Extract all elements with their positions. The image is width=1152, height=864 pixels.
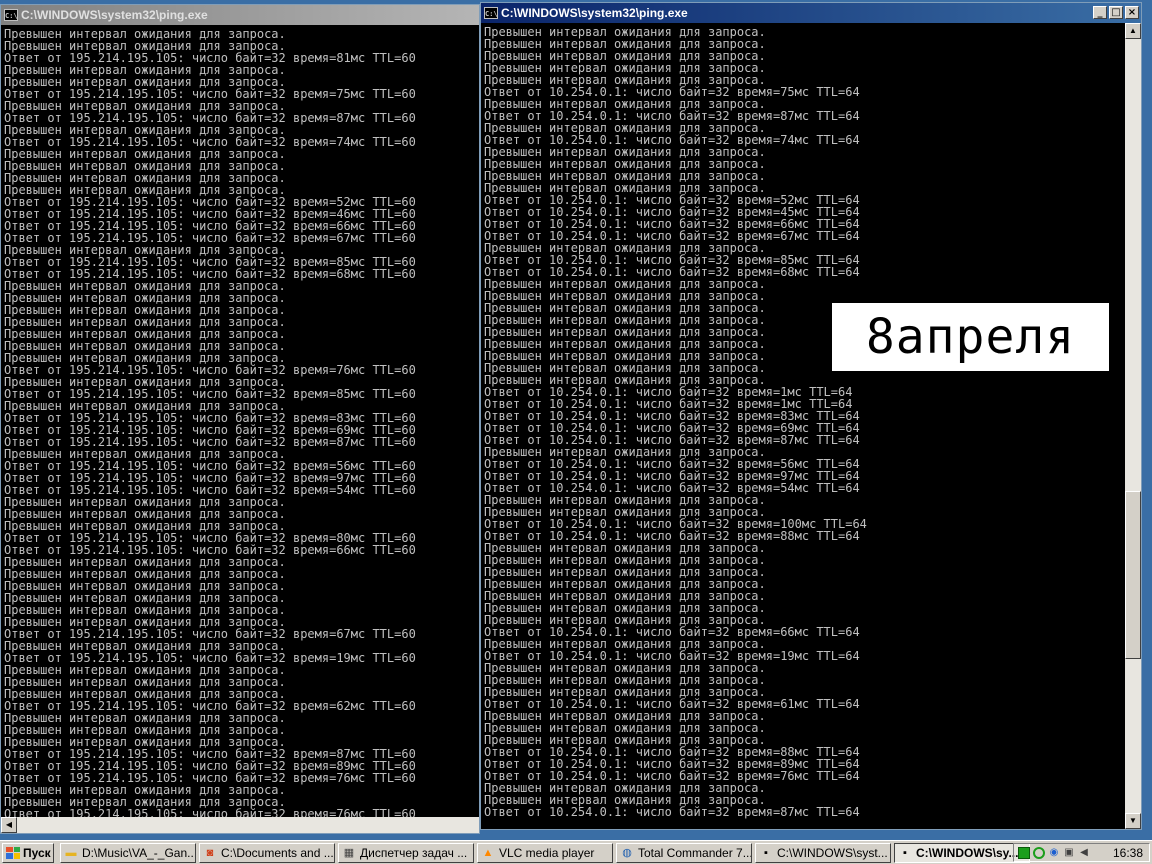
total-commander-icon: ◍ — [622, 846, 632, 859]
antivirus-icon[interactable] — [1033, 846, 1045, 859]
media-icon: ◙ — [206, 846, 214, 859]
taskbar-button-label: C:\WINDOWS\syst... — [777, 845, 888, 860]
scroll-down-arrow-icon[interactable]: ▼ — [1125, 813, 1141, 829]
minimize-button[interactable]: _ — [1093, 6, 1107, 19]
folder-icon: ▬ — [65, 846, 77, 859]
left-window-title: C:\WINDOWS\system32\ping.exe — [21, 8, 208, 22]
network-status-icon[interactable] — [1018, 846, 1030, 859]
system-tray: ◉ ▣ ◀ 16:38 — [1013, 843, 1150, 862]
taskbar-button[interactable]: ▦ Диспетчер задач ... — [338, 842, 474, 863]
vlc-cone-icon: ▲ — [482, 846, 494, 859]
connection-icon[interactable]: ▣ — [1063, 847, 1075, 859]
scroll-up-arrow-icon[interactable]: ▲ — [1125, 23, 1141, 39]
taskbar-button-label: Диспетчер задач ... — [360, 845, 468, 860]
right-console-output[interactable]: Превышен интервал ожидания для запроса. П… — [484, 26, 867, 818]
start-button[interactable]: Пуск — [2, 842, 54, 863]
taskbar-button-label: C:\WINDOWS\sy... — [916, 845, 1019, 860]
start-label: Пуск — [23, 845, 51, 860]
taskbar: Пуск ▬ D:\Music\VA_-_Gan... ◙ C:\Documents … — [0, 840, 1152, 864]
taskbar-button[interactable]: ◍ Total Commander 7.... — [616, 842, 752, 863]
scrollbar-thumb[interactable] — [1125, 491, 1141, 659]
date-overlay-label: 8апреля — [832, 303, 1109, 371]
taskbar-button[interactable]: ▲ VLC media player — [477, 842, 613, 863]
volume-icon[interactable]: ◀ — [1078, 847, 1090, 859]
right-vertical-scrollbar[interactable]: ▲ ▼ — [1125, 23, 1141, 829]
console-icon: ▪ — [764, 846, 768, 859]
right-window-titlebar[interactable]: C:\ C:\WINDOWS\system32\ping.exe _ □ × — [481, 3, 1141, 23]
taskbar-button[interactable]: ▪ C:\WINDOWS\syst... — [755, 842, 891, 863]
left-horizontal-scrollbar[interactable]: ◀ — [1, 817, 479, 833]
close-button[interactable]: × — [1125, 6, 1139, 19]
left-console-output[interactable]: Превышен интервал ожидания для запроса. П… — [4, 28, 416, 820]
console-line: Ответ от 10.254.0.1: число байт=32 время… — [484, 805, 860, 819]
right-window-title: C:\WINDOWS\system32\ping.exe — [501, 6, 688, 20]
taskbar-button-label: D:\Music\VA_-_Gan... — [82, 845, 196, 860]
taskbar-button[interactable]: ▪ C:\WINDOWS\sy... — [894, 842, 1030, 863]
taskbar-button-label: C:\Documents and ... — [221, 845, 334, 860]
console-icon: C:\ — [4, 9, 18, 21]
clock[interactable]: 16:38 — [1113, 846, 1143, 860]
windows-logo-icon — [6, 846, 20, 859]
taskbar-button[interactable]: ◙ C:\Documents and ... — [199, 842, 335, 863]
task-manager-icon: ▦ — [343, 846, 355, 859]
left-console-window[interactable]: C:\ C:\WINDOWS\system32\ping.exe Превыше… — [0, 4, 480, 834]
task-buttons: ▬ D:\Music\VA_-_Gan... ◙ C:\Documents and .… — [60, 842, 1030, 863]
scroll-left-arrow-icon[interactable]: ◀ — [1, 817, 17, 833]
console-icon: ▪ — [903, 846, 907, 859]
taskbar-button-label: VLC media player — [499, 845, 595, 860]
console-icon: C:\ — [484, 7, 498, 19]
taskbar-button[interactable]: ▬ D:\Music\VA_-_Gan... — [60, 842, 196, 863]
taskbar-button-label: Total Commander 7.... — [638, 845, 752, 860]
right-console-window[interactable]: C:\ C:\WINDOWS\system32\ping.exe _ □ × П… — [480, 2, 1142, 830]
maximize-button[interactable]: □ — [1109, 6, 1123, 19]
left-window-titlebar[interactable]: C:\ C:\WINDOWS\system32\ping.exe — [1, 5, 479, 25]
update-icon[interactable]: ◉ — [1048, 847, 1060, 859]
